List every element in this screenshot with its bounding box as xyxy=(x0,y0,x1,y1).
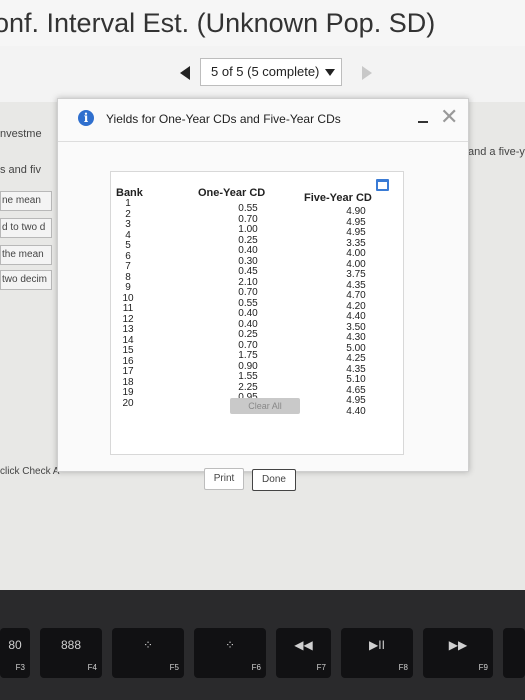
five-year-cell: 4.00 xyxy=(346,248,366,259)
key-f9[interactable]: ▶▶ F9 xyxy=(423,628,493,678)
close-icon[interactable]: ✕ xyxy=(440,106,458,128)
five-year-cell: 3.75 xyxy=(346,269,366,280)
five-year-cell: 4.95 xyxy=(346,227,366,238)
bg-field-two-decim[interactable]: two decim xyxy=(0,270,52,290)
key-f3[interactable]: 80 F3 xyxy=(0,628,30,678)
screen: onf. Interval Est. (Unknown Pop. SD) 5 o… xyxy=(0,0,525,590)
one-year-cell: 0.70 xyxy=(238,287,258,298)
one-year-cell: 0.25 xyxy=(238,329,258,340)
one-year-cell: 1.00 xyxy=(238,224,258,235)
key-f5-label: F5 xyxy=(169,663,179,672)
fast-forward-icon: ▶▶ xyxy=(448,638,468,652)
dialog-header: i Yields for One-Year CDs and Five-Year … xyxy=(58,99,468,142)
bank-cell: 17 xyxy=(122,366,134,377)
one-year-column: 0.55 0.70 1.00 0.25 0.40 0.30 0.45 2.10 0.70 0.55… xyxy=(228,203,268,414)
key-f8[interactable]: ▶II F8 xyxy=(341,628,413,678)
bank-cell: 5 xyxy=(125,240,131,251)
page-title: onf. Interval Est. (Unknown Pop. SD) xyxy=(0,8,436,38)
key-f8-label: F8 xyxy=(398,663,408,672)
bg-text-and-a-five: and a five-y xyxy=(468,146,525,158)
key-f6-label: F6 xyxy=(251,663,261,672)
bank-cell: 13 xyxy=(122,324,134,335)
minimize-icon[interactable] xyxy=(418,121,428,123)
five-year-cell: 5.10 xyxy=(346,374,366,385)
five-year-column: 4.90 4.95 4.95 3.35 4.00 4.00 3.75 4.35 4.70 4.20… xyxy=(336,206,376,417)
key-f9-label: F9 xyxy=(478,663,488,672)
key-f4-label: F4 xyxy=(87,663,97,672)
five-year-cell: 4.30 xyxy=(346,332,366,343)
launchpad-icon: 888 xyxy=(60,638,82,652)
key-f10[interactable] xyxy=(503,628,525,678)
bg-text-click-check: click Check A xyxy=(0,466,60,477)
key-f7-label: F7 xyxy=(316,663,326,672)
bank-cell: 9 xyxy=(125,282,131,293)
bg-text-and-five: s and fiv xyxy=(0,164,41,176)
key-f7[interactable]: ◀◀ F7 xyxy=(276,628,331,678)
keyboard-dim-icon: ⁘ xyxy=(142,638,154,652)
key-f5[interactable]: ⁘ F5 xyxy=(112,628,184,678)
five-year-cell: 4.40 xyxy=(346,405,366,417)
expand-icon[interactable] xyxy=(376,179,389,191)
bank-cell: 7 xyxy=(125,261,131,272)
previous-arrow-icon[interactable] xyxy=(180,66,190,80)
play-pause-icon: ▶II xyxy=(369,638,385,652)
bank-cell: 20 xyxy=(122,397,134,409)
five-year-cell: 4.40 xyxy=(346,311,366,322)
one-year-cell: 0.40 xyxy=(238,245,258,256)
rewind-icon: ◀◀ xyxy=(294,638,313,652)
keyboard-bright-icon: ⁘ xyxy=(224,638,236,652)
progress-label: 5 of 5 (5 complete) xyxy=(211,64,320,79)
key-f3-label: F3 xyxy=(15,663,25,672)
five-year-cell: 4.70 xyxy=(346,290,366,301)
bank-cell: 19 xyxy=(122,387,134,398)
bank-cell: 11 xyxy=(122,303,134,314)
bg-field-the-mean[interactable]: the mean xyxy=(0,245,52,265)
bg-text-invest: nvestme xyxy=(0,128,42,140)
key-f6[interactable]: ⁘ F6 xyxy=(194,628,266,678)
five-year-cell: 4.90 xyxy=(346,206,366,217)
one-year-cell: 0.55 xyxy=(238,203,258,214)
one-year-header: One-Year CD xyxy=(198,187,266,199)
one-year-cell: 0.40 xyxy=(238,308,258,319)
one-year-cell: 0.45 xyxy=(238,266,258,277)
bg-field-mean[interactable]: ne mean xyxy=(0,191,52,211)
done-button[interactable]: Done xyxy=(252,469,296,491)
caret-down-icon xyxy=(325,69,335,76)
five-year-cell: 4.25 xyxy=(346,353,366,364)
info-icon: i xyxy=(78,110,94,126)
bank-cell: 3 xyxy=(125,219,131,230)
mission-control-icon: 80 xyxy=(8,638,22,652)
print-button[interactable]: Print xyxy=(204,468,244,490)
page-header: onf. Interval Est. (Unknown Pop. SD) xyxy=(0,0,525,47)
clear-all-button[interactable]: Clear All xyxy=(230,398,300,414)
one-year-cell: 1.55 xyxy=(238,371,258,382)
one-year-cell: 1.75 xyxy=(238,350,258,361)
five-year-cell: 4.95 xyxy=(346,395,366,406)
progress-dropdown[interactable]: 5 of 5 (5 complete) xyxy=(200,58,342,86)
bank-cell: 1 xyxy=(125,198,131,209)
bank-cell: 15 xyxy=(122,345,134,356)
five-year-header: Five-Year CD xyxy=(304,192,372,204)
next-arrow-icon[interactable] xyxy=(362,66,372,80)
key-f4[interactable]: 888 F4 xyxy=(40,628,102,678)
bank-column: 1 2 3 4 5 6 7 8 9 10 11 12 13 14 15 16 17 18 19 20 xyxy=(118,198,138,409)
data-dialog: i Yields for One-Year CDs and Five-Year … xyxy=(57,98,469,491)
dialog-title: Yields for One-Year CDs and Five-Year CD… xyxy=(106,112,341,126)
bg-field-to-two[interactable]: d to two d xyxy=(0,218,52,238)
